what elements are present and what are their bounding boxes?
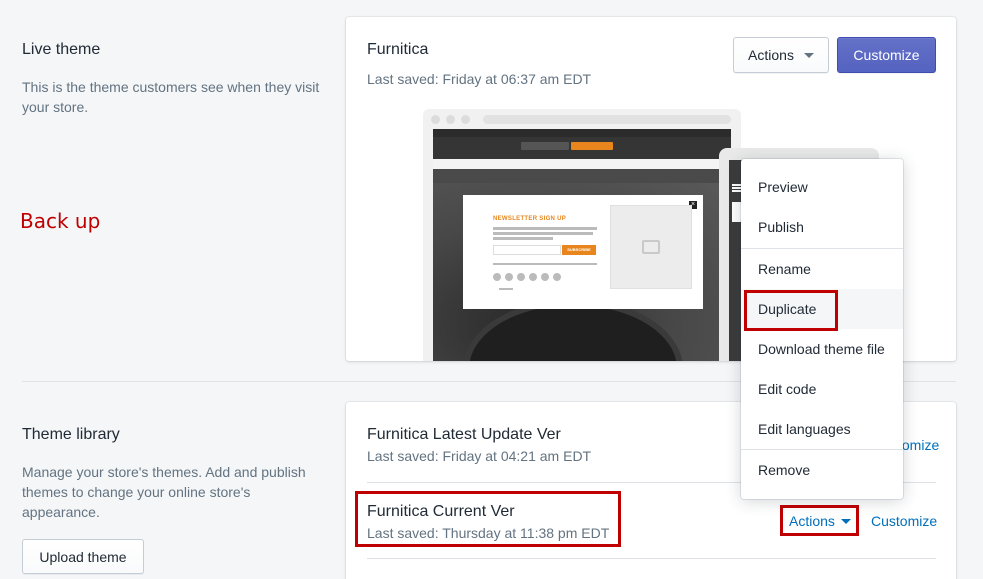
current-ver-highlight — [355, 491, 621, 547]
live-theme-last-saved: Last saved: Friday at 06:37 am EDT — [367, 71, 592, 87]
live-theme-description: This is the theme customers see when the… — [22, 79, 320, 115]
theme-library-heading: Theme library — [22, 426, 120, 443]
back-up-annotation: Back up — [20, 209, 101, 233]
menu-item-edit-languages[interactable]: Edit languages — [741, 409, 903, 449]
popup-email-input — [493, 245, 561, 255]
popup-image-placeholder — [610, 205, 692, 289]
live-theme-actions-button[interactable]: Actions — [733, 37, 829, 73]
actions-label: Actions — [748, 47, 794, 63]
theme-library-description: Manage your store's themes. Add and publ… — [22, 464, 306, 520]
browser-url-bar — [483, 115, 731, 124]
live-theme-heading: Live theme — [22, 41, 101, 58]
social-icon — [505, 273, 513, 281]
customize-button[interactable]: Customize — [837, 37, 936, 73]
menu-icon — [732, 184, 741, 192]
menu-item-edit-code[interactable]: Edit code — [741, 369, 903, 409]
menu-item-download-theme-file[interactable]: Download theme file — [741, 329, 903, 369]
browser-dot-icon — [461, 115, 470, 124]
menu-item-rename[interactable]: Rename — [741, 249, 903, 289]
library-theme-name: Furnitica Latest Update Ver — [367, 426, 561, 443]
menu-item-remove[interactable]: Remove — [741, 450, 903, 490]
library-theme-customize-link[interactable]: Customize — [871, 513, 937, 529]
social-icon — [493, 273, 501, 281]
row-divider — [367, 558, 936, 559]
browser-dot-icon — [431, 115, 440, 124]
site-preview: × NEWSLETTER SIGN UP SUBSCRIBE — [433, 129, 731, 361]
actions-highlight — [780, 505, 859, 536]
chevron-down-icon — [803, 52, 814, 58]
menu-item-preview[interactable]: Preview — [741, 167, 903, 207]
popup-title: NEWSLETTER SIGN UP — [493, 216, 567, 222]
theme-preview-desktop: × NEWSLETTER SIGN UP SUBSCRIBE — [423, 109, 741, 361]
popup-subscribe-button: SUBSCRIBE — [562, 245, 596, 255]
browser-dot-icon — [446, 115, 455, 124]
menu-item-publish[interactable]: Publish — [741, 207, 903, 247]
social-icon — [517, 273, 525, 281]
library-theme-last-saved: Last saved: Friday at 04:21 am EDT — [367, 448, 592, 464]
newsletter-popup-preview: × NEWSLETTER SIGN UP SUBSCRIBE — [463, 195, 703, 309]
social-icon — [529, 273, 537, 281]
social-icon — [553, 273, 561, 281]
duplicate-highlight — [744, 290, 838, 331]
live-theme-name: Furnitica — [367, 41, 429, 58]
upload-theme-button[interactable]: Upload theme — [22, 539, 144, 574]
social-icon — [541, 273, 549, 281]
image-icon — [642, 240, 660, 254]
